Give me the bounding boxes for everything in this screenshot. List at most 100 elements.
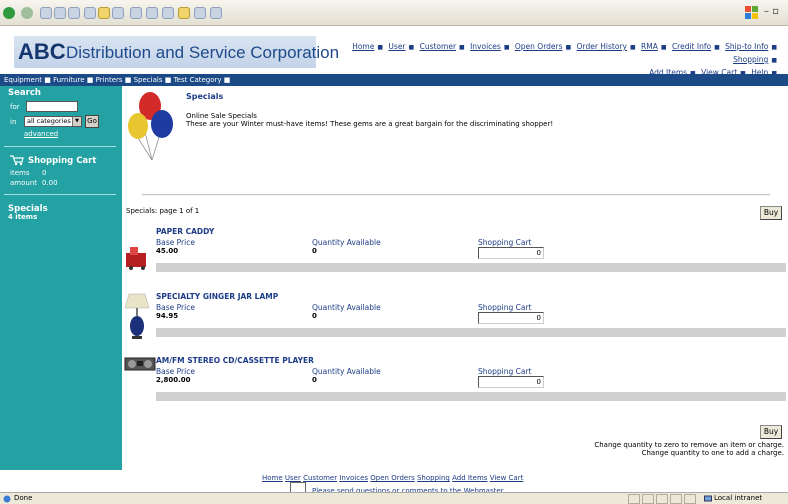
base-price-value: 2,800.00 [156, 376, 191, 384]
nav-customer[interactable]: Customer [420, 42, 456, 51]
category-select[interactable]: all categories ▼ [24, 116, 82, 127]
quantity-note-add: Change quantity to one to add a charge. [641, 449, 784, 457]
base-price-label: Base Price [156, 238, 195, 247]
category-equipment[interactable]: Equipment [4, 76, 42, 84]
nav-home[interactable]: Home [352, 42, 374, 51]
messenger-icon[interactable] [210, 7, 222, 19]
nav-credit-info[interactable]: Credit Info [672, 42, 711, 51]
refresh-icon[interactable] [54, 7, 66, 19]
footer-shopping[interactable]: Shopping [417, 474, 450, 482]
nav-shopping[interactable]: Shopping [733, 55, 768, 64]
category-furniture[interactable]: Furniture [53, 76, 84, 84]
forward-icon[interactable] [21, 7, 33, 19]
nav-rma[interactable]: RMA [641, 42, 658, 51]
footer-user[interactable]: User [285, 474, 301, 482]
base-price-value: 45.00 [156, 247, 179, 255]
windows-logo-icon [745, 6, 758, 19]
product-name[interactable]: SPECIALTY GINGER JAR LAMP [156, 292, 278, 301]
go-button[interactable]: Go [85, 115, 99, 128]
folder-icon[interactable] [178, 7, 190, 19]
status-panel [642, 494, 654, 504]
category-specials[interactable]: Specials [134, 76, 163, 84]
footer-add-items[interactable]: Add Items [452, 474, 487, 482]
cart-quantity-input[interactable]: 0 [478, 376, 544, 388]
quantity-available-label: Quantity Available [312, 367, 381, 376]
advanced-search-link[interactable]: advanced [24, 130, 58, 138]
status-panel [670, 494, 682, 504]
home-icon[interactable] [68, 7, 80, 19]
buy-button-bottom[interactable]: Buy [760, 425, 782, 439]
history-icon[interactable] [112, 7, 124, 19]
page-title: Specials [186, 92, 224, 101]
sidebar: Search for in all categories ▼ Go advanc… [0, 86, 122, 470]
product-separator [156, 328, 786, 337]
sidebar-divider [4, 194, 116, 195]
quantity-note-remove: Change quantity to zero to remove an ite… [594, 441, 784, 449]
product-row: AM/FM STEREO CD/CASSETTE PLAYER Base Pri… [122, 356, 788, 416]
buy-button-top[interactable]: Buy [760, 206, 782, 220]
cart-quantity-input[interactable]: 0 [478, 247, 544, 259]
window-controls[interactable]: – ▫ [764, 6, 779, 17]
ginger-jar-lamp-image [124, 293, 150, 339]
chevron-down-icon[interactable]: ▼ [72, 117, 81, 126]
nav-open-orders[interactable]: Open Orders [515, 42, 563, 51]
research-icon[interactable] [194, 7, 206, 19]
section-divider [142, 194, 770, 196]
nav-order-history[interactable]: Order History [577, 42, 627, 51]
browser-toolbar: – ▫ [0, 0, 788, 26]
paper-caddy-image [126, 247, 146, 270]
base-price-value: 94.95 [156, 312, 179, 320]
nav-invoices[interactable]: Invoices [470, 42, 501, 51]
cart-items-label: items [10, 169, 30, 177]
search-heading: Search [8, 88, 41, 98]
search-icon[interactable] [84, 7, 96, 19]
back-icon[interactable] [3, 7, 15, 19]
cart-heading[interactable]: Shopping Cart [28, 156, 96, 166]
shopping-cart-icon [10, 155, 24, 166]
category-printers[interactable]: Printers [96, 76, 123, 84]
cart-items-value: 0 [42, 169, 47, 177]
category-bar: Equipment ■ Furniture ■ Printers ■ Speci… [0, 74, 788, 86]
status-bar: Done Local intranet [0, 492, 788, 504]
quantity-available-value: 0 [312, 312, 317, 320]
nav-user[interactable]: User [388, 42, 405, 51]
edit-icon[interactable] [162, 7, 174, 19]
product-separator [156, 392, 786, 401]
shopping-cart-label: Shopping Cart [478, 238, 532, 247]
quantity-available-value: 0 [312, 376, 317, 384]
promo-heading: Online Sale Specials [186, 112, 257, 120]
status-panel [656, 494, 668, 504]
footer-invoices[interactable]: Invoices [339, 474, 368, 482]
search-input[interactable] [26, 101, 78, 112]
promo-text: Online Sale Specials These are your Wint… [186, 112, 553, 128]
main-content: Specials Online Sale Specials These are … [122, 86, 788, 470]
print-icon[interactable] [146, 7, 158, 19]
status-panel [628, 494, 640, 504]
category-select-value: all categories [27, 117, 71, 125]
site-logo[interactable]: ABC Distribution and Service Corporation [14, 36, 339, 68]
base-price-label: Base Price [156, 303, 195, 312]
security-zone: Local intranet [714, 494, 763, 502]
balloons-image [128, 92, 173, 161]
paging-text: Specials: page 1 of 1 [126, 207, 200, 215]
shopping-cart-label: Shopping Cart [478, 367, 532, 376]
footer-customer[interactable]: Customer [303, 474, 337, 482]
nav-ship-to-info[interactable]: Ship-to Info [725, 42, 768, 51]
product-row: SPECIALTY GINGER JAR LAMP Base Price 94.… [122, 292, 788, 352]
footer-home[interactable]: Home [262, 474, 283, 482]
stop-icon[interactable] [40, 7, 52, 19]
intranet-icon [704, 495, 712, 502]
product-separator [156, 263, 786, 272]
cart-amount-label: amount [10, 179, 38, 187]
stereo-player-image [124, 357, 156, 371]
mail-icon[interactable] [130, 7, 142, 19]
category-test[interactable]: Test Category [174, 76, 222, 84]
footer-view-cart[interactable]: View Cart [490, 474, 524, 482]
product-name[interactable]: PAPER CADDY [156, 227, 214, 236]
cart-quantity-input[interactable]: 0 [478, 312, 544, 324]
product-row: PAPER CADDY Base Price 45.00 Quantity Av… [122, 227, 788, 287]
favorites-icon[interactable] [98, 7, 110, 19]
footer-open-orders[interactable]: Open Orders [370, 474, 414, 482]
status-text: Done [14, 494, 33, 502]
product-name[interactable]: AM/FM STEREO CD/CASSETTE PLAYER [156, 356, 314, 365]
